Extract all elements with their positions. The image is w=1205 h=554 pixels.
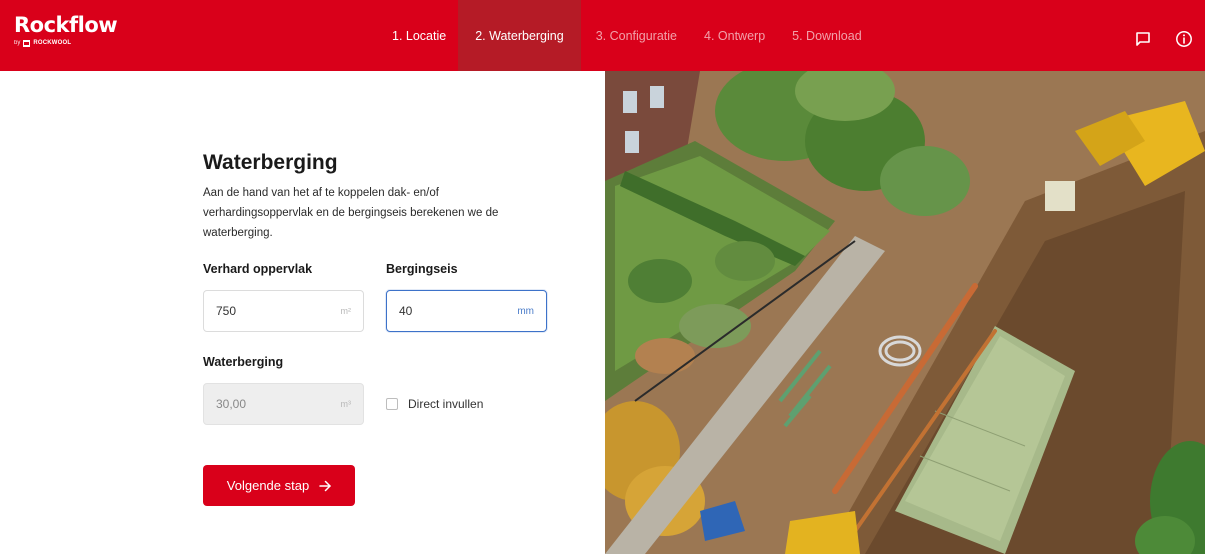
next-step-button[interactable]: Volgende stap bbox=[203, 465, 355, 506]
logo-wordmark: Rockflow bbox=[14, 13, 118, 37]
bergingseis-value: 40 bbox=[399, 304, 413, 318]
verhard-oppervlak-input[interactable]: 750 m² bbox=[203, 290, 364, 332]
tab-waterberging[interactable]: 2. Waterberging bbox=[458, 0, 581, 71]
direct-invullen-checkbox[interactable] bbox=[386, 398, 398, 410]
rockwool-mark-icon bbox=[23, 39, 31, 47]
verhard-oppervlak-value: 750 bbox=[216, 304, 237, 318]
logo-byline: by ROCKWOOL bbox=[14, 39, 117, 47]
arrow-right-icon bbox=[319, 480, 331, 491]
waterberging-value: 30,00 bbox=[216, 397, 247, 411]
tab-locatie[interactable]: 1. Locatie bbox=[380, 0, 458, 71]
verhard-oppervlak-unit: m² bbox=[340, 306, 352, 316]
logo-brand-text: ROCKWOOL bbox=[33, 40, 72, 46]
rockflow-logo[interactable]: Rockflow by ROCKWOOL bbox=[14, 13, 118, 47]
direct-invullen-label: Direct invullen bbox=[408, 397, 484, 411]
chat-icon[interactable] bbox=[1134, 30, 1152, 48]
bergingseis-unit: mm bbox=[517, 305, 534, 317]
construction-site-photo bbox=[605, 71, 1205, 554]
next-step-label: Volgende stap bbox=[226, 478, 310, 493]
direct-invullen-checkbox-row[interactable]: Direct invullen bbox=[386, 397, 483, 411]
info-icon[interactable] bbox=[1175, 30, 1193, 48]
verhard-oppervlak-label: Verhard oppervlak bbox=[203, 262, 313, 276]
top-navigation-bar: Rockflow by ROCKWOOL 1. Locatie 2. Water… bbox=[0, 0, 1205, 71]
step-navigation: 1. Locatie 2. Waterberging 3. Configurat… bbox=[380, 0, 874, 71]
waterberging-output-field: 30,00 m³ bbox=[203, 383, 364, 425]
page-description: Aan de hand van het af te koppelen dak- … bbox=[203, 187, 499, 239]
logo-by-text: by bbox=[14, 40, 21, 46]
waterberging-unit: m³ bbox=[340, 399, 352, 409]
waterberging-intro: Waterberging Aan de hand van het af te k… bbox=[203, 150, 563, 243]
tab-configuratie[interactable]: 3. Configuratie bbox=[584, 0, 689, 71]
bergingseis-label: Bergingseis bbox=[386, 262, 458, 276]
tab-download[interactable]: 5. Download bbox=[780, 0, 874, 71]
waterberging-label: Waterberging bbox=[203, 355, 284, 369]
page-title: Waterberging bbox=[203, 151, 338, 174]
tab-ontwerp[interactable]: 4. Ontwerp bbox=[692, 0, 777, 71]
bergingseis-input[interactable]: 40 mm bbox=[386, 290, 547, 332]
